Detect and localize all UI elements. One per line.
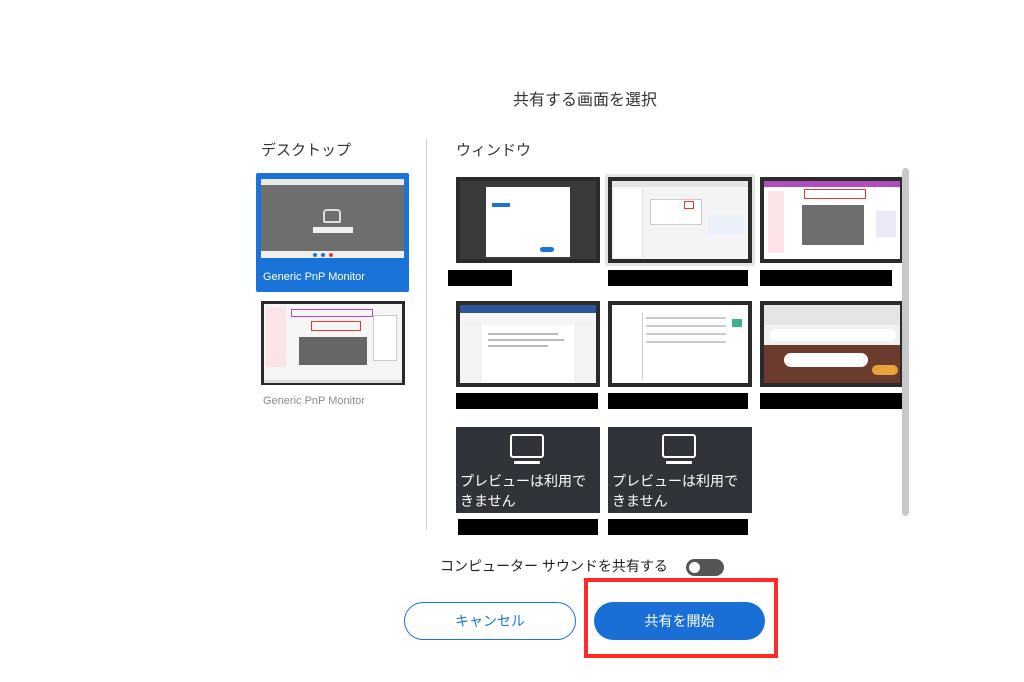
- window-list-scrollbar[interactable]: [902, 168, 909, 516]
- window-1-title-redacted: [448, 270, 512, 286]
- window-tile-1[interactable]: [456, 177, 600, 263]
- window-section-label: ウィンドウ: [456, 142, 532, 159]
- window-4-thumbnail: [460, 305, 596, 383]
- monitor-1-thumbnail: [261, 179, 404, 258]
- monitor-2-thumbnail: [261, 301, 405, 385]
- window-tile-3[interactable]: [760, 177, 904, 263]
- window-tile-6[interactable]: [760, 301, 904, 387]
- monitor-2-caption: Generic PnP Monitor: [263, 395, 365, 407]
- window-3-thumbnail: [764, 181, 900, 259]
- window-6-thumbnail: [764, 305, 900, 383]
- window-tile-4[interactable]: [456, 301, 600, 387]
- window-3-title-redacted: [760, 270, 892, 286]
- section-divider: [426, 138, 427, 530]
- monitor-icon: [510, 434, 544, 464]
- window-5-thumbnail: [612, 305, 748, 383]
- monitor-2-tile[interactable]: Generic PnP Monitor: [256, 299, 409, 407]
- window-8-title-redacted: [608, 519, 748, 535]
- window-tile-8[interactable]: プレビューは利用できません: [608, 427, 752, 513]
- computer-sound-toggle[interactable]: [686, 559, 724, 576]
- window-tile-2[interactable]: [605, 174, 755, 266]
- dialog-title: 共有する画面を選択: [512, 92, 657, 109]
- start-sharing-button[interactable]: 共有を開始: [594, 602, 765, 640]
- window-2-title-redacted: [608, 270, 748, 286]
- monitor-1-caption: Generic PnP Monitor: [263, 271, 365, 283]
- cancel-button[interactable]: キャンセル: [404, 602, 576, 640]
- monitor-icon: [662, 434, 696, 464]
- window-tile-5[interactable]: [608, 301, 752, 387]
- window-5-title-redacted: [608, 393, 748, 409]
- desktop-section-label: デスクトップ: [261, 142, 352, 159]
- monitor-1-tile[interactable]: Generic PnP Monitor: [256, 173, 409, 292]
- computer-sound-label: コンピューター サウンドを共有する: [440, 558, 668, 574]
- window-2-thumbnail: [612, 181, 748, 259]
- window-1-thumbnail: [460, 181, 596, 259]
- window-tile-7[interactable]: プレビューは利用できません: [456, 427, 600, 513]
- no-preview-text: プレビューは利用できません: [460, 473, 586, 509]
- window-4-title-redacted: [456, 393, 598, 409]
- toggle-knob: [689, 562, 700, 573]
- window-7-title-redacted: [458, 519, 598, 535]
- no-preview-text: プレビューは利用できません: [612, 473, 738, 509]
- window-6-title-redacted: [760, 393, 906, 409]
